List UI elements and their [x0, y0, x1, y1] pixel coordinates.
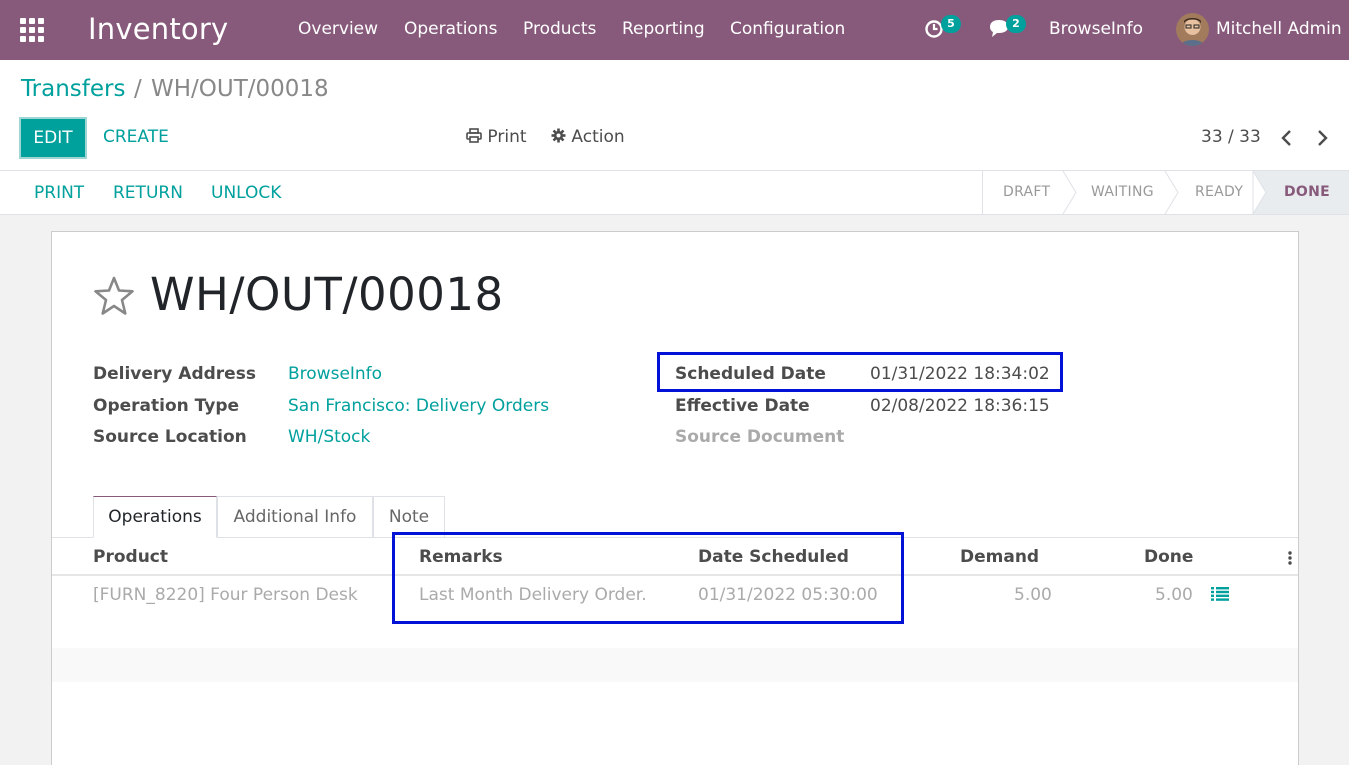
print-button[interactable]: PRINT [34, 183, 84, 203]
row-product[interactable]: [FURN_8220] Four Person Desk [93, 585, 358, 605]
column-header-done[interactable]: Done [1144, 547, 1193, 567]
print-label: Print [487, 127, 527, 147]
menu-configuration[interactable]: Configuration [730, 19, 845, 39]
stage-pipeline: DRAFT WAITING READY DONE [982, 171, 1349, 214]
operation-type-label: Operation Type [93, 396, 240, 416]
row-done[interactable]: 5.00 [1155, 585, 1193, 605]
top-navbar: Inventory Overview Operations Products R… [0, 0, 1349, 60]
column-header-product[interactable]: Product [93, 547, 168, 567]
menu-operations[interactable]: Operations [404, 19, 497, 39]
detailed-operations-list-icon[interactable] [1211, 587, 1229, 601]
stage-done: DONE [1284, 184, 1331, 200]
effective-date-label: Effective Date [675, 396, 810, 416]
breadcrumb-transfers-link[interactable]: Transfers [21, 76, 125, 102]
action-dropdown[interactable]: Action [551, 127, 625, 147]
source-location-link[interactable]: WH/Stock [288, 427, 370, 447]
delivery-address-label: Delivery Address [93, 364, 256, 384]
form-sheet: WH/OUT/00018 Delivery Address BrowseInfo… [51, 231, 1299, 765]
tab-additional-info[interactable]: Additional Info [217, 496, 373, 538]
breadcrumb-separator: / [134, 76, 142, 102]
remarks-date-highlight-box [392, 532, 904, 624]
unlock-button[interactable]: UNLOCK [211, 183, 281, 203]
user-menu[interactable]: Mitchell Admin [1216, 19, 1342, 39]
control-panel: Transfers / WH/OUT/00018 EDIT CREATE Pri… [0, 60, 1349, 171]
record-title: WH/OUT/00018 [150, 268, 504, 321]
user-avatar[interactable] [1176, 13, 1209, 46]
menu-overview[interactable]: Overview [298, 19, 378, 39]
column-header-demand[interactable]: Demand [960, 547, 1039, 567]
action-label: Action [571, 127, 625, 147]
source-location-label: Source Location [93, 427, 247, 447]
printer-icon [466, 128, 482, 143]
edit-button[interactable]: EDIT [19, 117, 87, 159]
stage-draft: DRAFT [1003, 184, 1051, 200]
apps-menu-icon[interactable] [20, 18, 44, 42]
operation-type-link[interactable]: San Francisco: Delivery Orders [288, 396, 549, 416]
gear-icon [551, 128, 566, 143]
create-button[interactable]: CREATE [103, 127, 169, 147]
stage-waiting: WAITING [1091, 184, 1154, 200]
source-document-label: Source Document [675, 427, 845, 447]
effective-date-value: 02/08/2022 18:36:15 [870, 396, 1050, 416]
menu-products[interactable]: Products [523, 19, 596, 39]
company-switcher[interactable]: BrowseInfo [1049, 19, 1143, 39]
delivery-address-link[interactable]: BrowseInfo [288, 364, 382, 384]
scheduled-date-highlight-box [657, 352, 1063, 392]
menu-reporting[interactable]: Reporting [622, 19, 705, 39]
app-title: Inventory [88, 12, 229, 46]
message-count-badge: 2 [1006, 15, 1026, 33]
pager-value[interactable]: 33 / 33 [1201, 127, 1261, 147]
print-dropdown[interactable]: Print [466, 127, 527, 147]
return-button[interactable]: RETURN [113, 183, 183, 203]
row-demand[interactable]: 5.00 [1014, 585, 1052, 605]
stage-ready: READY [1195, 184, 1244, 200]
empty-table-row [52, 648, 1298, 682]
activity-count-badge: 5 [941, 15, 961, 33]
tab-operations[interactable]: Operations [93, 496, 217, 538]
optional-columns-kebab-icon[interactable] [1288, 550, 1292, 566]
pager-previous-icon[interactable] [1278, 128, 1296, 148]
breadcrumb-current: WH/OUT/00018 [151, 76, 329, 102]
status-bar: PRINT RETURN UNLOCK DRAFT WAITING READY … [0, 171, 1349, 215]
pager-next-icon[interactable] [1313, 128, 1331, 148]
favorite-star-icon[interactable] [93, 275, 135, 317]
